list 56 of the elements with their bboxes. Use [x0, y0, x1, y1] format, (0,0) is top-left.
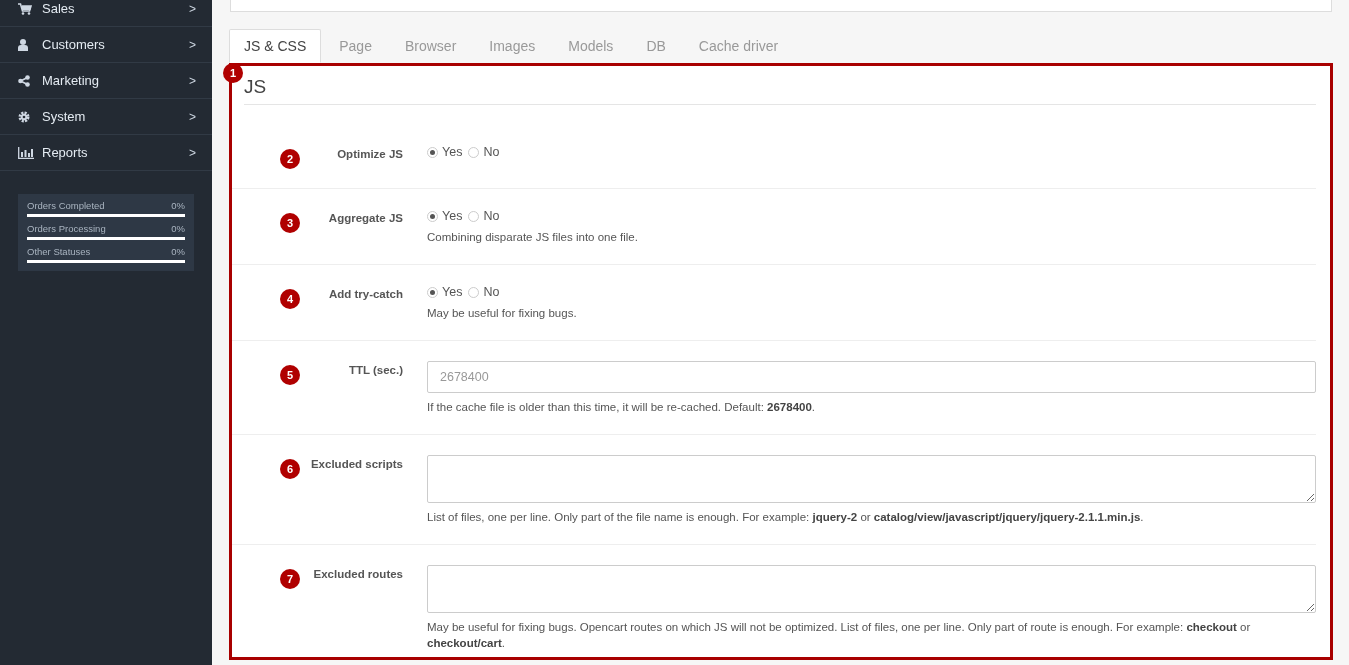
callout-badge: 4 — [280, 289, 300, 310]
radio-option[interactable]: No — [468, 209, 500, 223]
callout-badge: 3 — [280, 213, 300, 233]
stat-value: 0% — [171, 223, 185, 234]
chevron-icon: > — [189, 37, 196, 52]
sidebar-item[interactable]: Marketing > — [0, 63, 212, 99]
cart-icon — [18, 2, 32, 15]
field-label: Excluded scripts — [309, 457, 403, 473]
field-label: TTL (sec.) — [347, 363, 403, 379]
help-text: May be useful for fixing bugs. Opencart routes on which JS will not be optimized. List of files, one per line. Only part of route is enough. For example: checkout or checkout/cart. — [427, 620, 1252, 652]
chevron-icon: > — [189, 1, 196, 16]
callout-badge: 5 — [280, 365, 300, 386]
radio-button[interactable] — [427, 210, 438, 222]
radio-option[interactable]: No — [468, 145, 500, 159]
stat-label: Orders Processing — [27, 223, 106, 234]
help-text: If the cache file is older than this time, it will be re-cached. Default: 2678400. — [427, 400, 817, 416]
help-text: May be useful for fixing bugs. — [427, 306, 578, 322]
help-text: List of files, one per line. Only part of the file name is enough. For example: jquery-2 or catalog/view/javascript/jquery/jquery-2.1.1.min.js. — [427, 510, 1145, 526]
sidebar-item[interactable]: Reports > — [0, 135, 212, 171]
radio-option[interactable]: Yes — [427, 285, 463, 300]
chevron-icon: > — [189, 109, 196, 124]
callout-badge: 2 — [280, 149, 300, 169]
chevron-icon: > — [189, 145, 196, 160]
radio-option[interactable]: Yes — [427, 145, 463, 159]
radio-button[interactable] — [468, 146, 480, 158]
text-area[interactable] — [427, 455, 1316, 504]
radio-button[interactable] — [427, 286, 438, 298]
radio-button[interactable] — [427, 146, 438, 158]
callout-badge: 1 — [223, 63, 243, 83]
chevron-icon: > — [189, 73, 196, 88]
radio-option[interactable]: Yes — [427, 209, 463, 223]
sidebar-item[interactable]: Sales > — [0, 0, 212, 27]
radio-button[interactable] — [468, 286, 480, 298]
field-label: Aggregate JS — [327, 211, 403, 226]
sidebar-item[interactable]: System > — [0, 99, 212, 135]
settings-icon — [18, 110, 30, 123]
user-icon — [18, 38, 28, 51]
stat-label: Other Statuses — [27, 246, 91, 257]
share-icon — [18, 74, 30, 87]
stat-label: Orders Completed — [27, 200, 105, 211]
stat-value: 0% — [171, 246, 185, 257]
field-label: Excluded routes — [312, 567, 403, 583]
stat-value: 0% — [171, 200, 185, 211]
callout-badge: 7 — [280, 569, 300, 590]
field-label: Add try-catch — [327, 287, 403, 303]
field-label: Optimize JS — [336, 147, 403, 162]
sidebar-item[interactable]: Customers > — [0, 27, 212, 63]
bar-chart-icon — [18, 146, 34, 159]
radio-button[interactable] — [468, 210, 480, 222]
tab[interactable]: JS & CSS — [229, 29, 322, 63]
input-field[interactable]: 2678400 — [427, 361, 1316, 394]
callout-badge: 6 — [280, 459, 300, 480]
section-title: JS — [244, 76, 1316, 105]
text-area[interactable] — [427, 565, 1316, 614]
help-text: Combining disparate JS files into one file. — [427, 230, 639, 245]
radio-option[interactable]: No — [468, 285, 500, 300]
